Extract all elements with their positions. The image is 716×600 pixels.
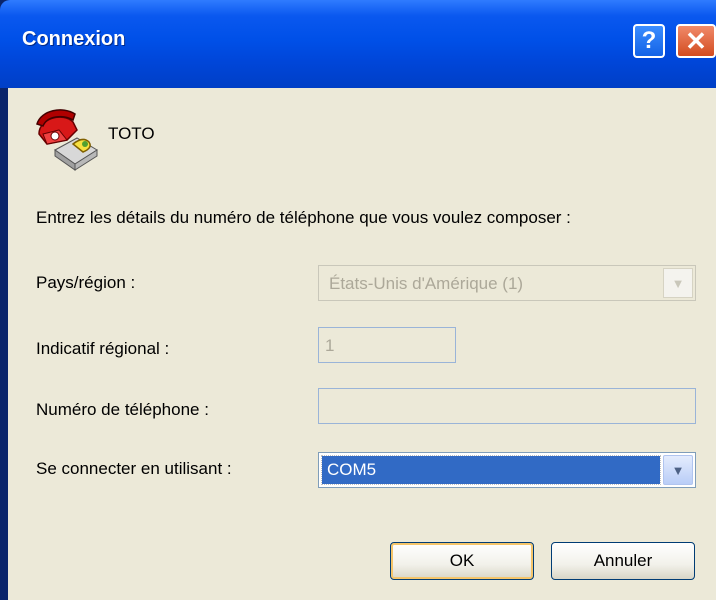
area-code-field[interactable]: 1 bbox=[318, 327, 456, 363]
country-value: États-Unis d'Amérique (1) bbox=[329, 274, 524, 293]
chevron-down-icon[interactable]: ▼ bbox=[663, 455, 693, 485]
close-button[interactable]: ✕ bbox=[676, 24, 716, 58]
dialog-body: TOTO Entrez les détails du numéro de tél… bbox=[8, 88, 716, 600]
connect-using-select[interactable]: COM5 ▼ bbox=[318, 452, 696, 488]
chevron-down-icon: ▼ bbox=[663, 268, 693, 298]
connect-using-value: COM5 bbox=[321, 455, 661, 485]
connect-using-label: Se connecter en utilisant : bbox=[36, 459, 232, 478]
phone-number-label: Numéro de téléphone : bbox=[36, 400, 209, 419]
area-code-label: Indicatif régional : bbox=[36, 339, 170, 358]
instruction-text: Entrez les détails du numéro de téléphon… bbox=[36, 208, 571, 227]
connection-name: TOTO bbox=[108, 124, 155, 143]
cancel-button[interactable]: Annuler bbox=[551, 542, 695, 580]
window-title: Connexion bbox=[22, 28, 126, 50]
close-icon: ✕ bbox=[685, 25, 707, 56]
help-icon: ? bbox=[641, 27, 657, 54]
title-bar[interactable]: Connexion ? ✕ bbox=[0, 0, 716, 88]
country-select[interactable]: États-Unis d'Amérique (1) ▼ bbox=[318, 265, 696, 301]
phone-icon bbox=[33, 104, 105, 176]
area-code-value: 1 bbox=[325, 336, 335, 355]
connection-dialog: Connexion ? ✕ TOTO Entrez les détails du… bbox=[0, 0, 716, 600]
country-label: Pays/région : bbox=[36, 273, 136, 292]
help-button[interactable]: ? bbox=[633, 24, 665, 58]
phone-number-field[interactable] bbox=[318, 388, 696, 424]
ok-button[interactable]: OK bbox=[390, 542, 534, 580]
